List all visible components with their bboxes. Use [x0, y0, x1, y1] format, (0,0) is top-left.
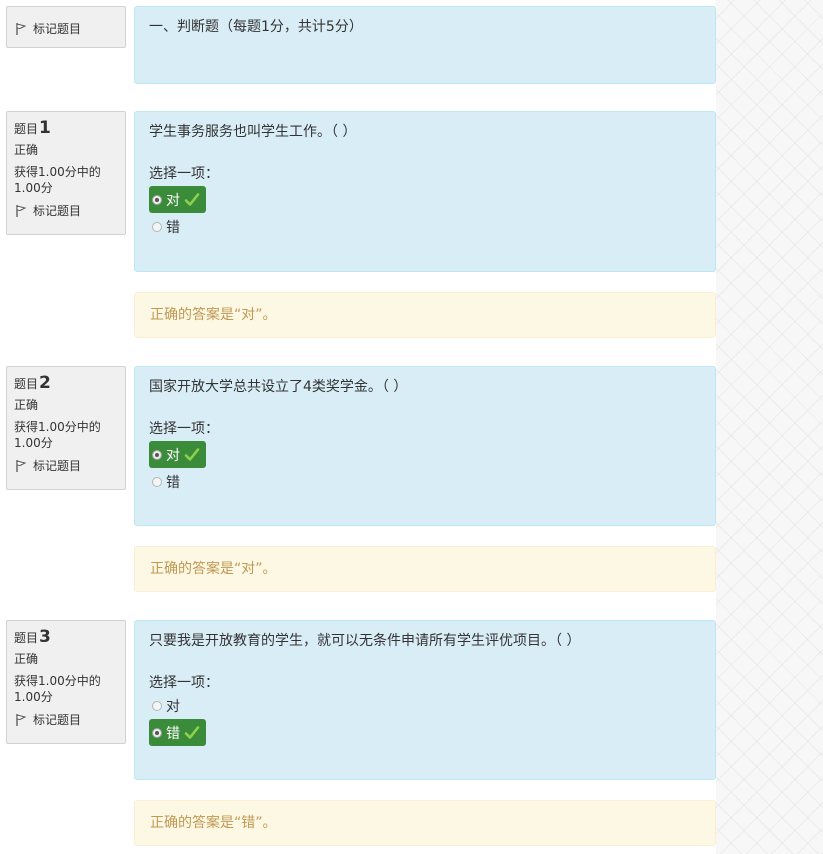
question-2-formulation: 国家开放大学总共设立了4类奖学金。（ ） 选择一项： 对 错	[134, 366, 716, 526]
flag-icon	[16, 714, 27, 726]
answer-prompt: 选择一项：	[149, 675, 219, 691]
radio-selected[interactable]	[152, 194, 162, 205]
answer-options: 对 错	[149, 695, 701, 746]
answer-prompt: 选择一项：	[149, 166, 219, 182]
question-state: 正确	[14, 143, 39, 157]
section-title: 一、判断题（每题1分，共计5分）	[149, 19, 363, 35]
question-2-feedback: 正确的答案是“对”。	[134, 546, 716, 592]
question-1-formulation: 学生事务服务也叫学生工作。（ ） 选择一项： 对 错	[134, 111, 716, 272]
answer-options: 对 错	[149, 186, 701, 238]
flag-icon	[16, 460, 27, 472]
section-header: 一、判断题（每题1分，共计5分）	[134, 6, 716, 84]
question-3-info: 题目3 正确 获得1.00分中的1.00分 标记题目	[6, 620, 126, 744]
question-text: 国家开放大学总共设立了4类奖学金。（ ）	[149, 379, 408, 395]
answer-option-false[interactable]: 错	[149, 471, 184, 493]
question-grade: 获得1.00分中的1.00分	[14, 165, 101, 195]
flag-label: 标记题目	[33, 22, 82, 36]
section-info-panel: 标记题目	[6, 6, 126, 48]
question-1-feedback: 正确的答案是“对”。	[134, 292, 716, 338]
question-state: 正确	[14, 652, 39, 666]
flag-icon	[16, 23, 27, 35]
question-state: 正确	[14, 398, 39, 412]
answer-option-true[interactable]: 对	[149, 186, 206, 213]
radio-unselected[interactable]	[152, 701, 162, 711]
question-2-info: 题目2 正确 获得1.00分中的1.00分 标记题目	[6, 366, 126, 490]
answer-option-true[interactable]: 对	[149, 695, 184, 717]
question-number: 题目3	[14, 627, 51, 647]
background-pattern	[716, 0, 823, 854]
flag-question-toggle[interactable]: 标记题目	[14, 203, 118, 219]
flag-question-toggle[interactable]: 标记题目	[14, 21, 118, 37]
question-grade: 获得1.00分中的1.00分	[14, 420, 101, 450]
radio-selected[interactable]	[152, 727, 162, 738]
radio-unselected[interactable]	[152, 477, 162, 487]
flag-icon	[16, 205, 27, 217]
radio-selected[interactable]	[152, 449, 162, 460]
question-grade: 获得1.00分中的1.00分	[14, 674, 101, 704]
question-number: 题目2	[14, 373, 51, 393]
question-3-formulation: 只要我是开放教育的学生，就可以无条件申请所有学生评优项目。（ ） 选择一项： 对…	[134, 620, 716, 780]
checkmark-icon	[184, 447, 200, 461]
question-number: 题目1	[14, 118, 51, 138]
question-text: 学生事务服务也叫学生工作。（ ）	[149, 124, 357, 140]
flag-label: 标记题目	[33, 204, 82, 218]
flag-question-toggle[interactable]: 标记题目	[14, 712, 118, 728]
checkmark-icon	[184, 192, 200, 206]
answer-options: 对 错	[149, 441, 701, 493]
answer-option-true[interactable]: 对	[149, 441, 206, 468]
answer-option-false[interactable]: 错	[149, 216, 184, 238]
flag-label: 标记题目	[33, 713, 82, 727]
checkmark-icon	[184, 725, 200, 739]
flag-label: 标记题目	[33, 459, 82, 473]
answer-option-false[interactable]: 错	[149, 719, 206, 746]
flag-question-toggle[interactable]: 标记题目	[14, 458, 118, 474]
question-text: 只要我是开放教育的学生，就可以无条件申请所有学生评优项目。（ ）	[149, 633, 581, 649]
question-3-feedback: 正确的答案是“错”。	[134, 800, 716, 846]
question-1-info: 题目1 正确 获得1.00分中的1.00分 标记题目	[6, 111, 126, 235]
radio-unselected[interactable]	[152, 222, 162, 232]
answer-prompt: 选择一项：	[149, 421, 219, 437]
